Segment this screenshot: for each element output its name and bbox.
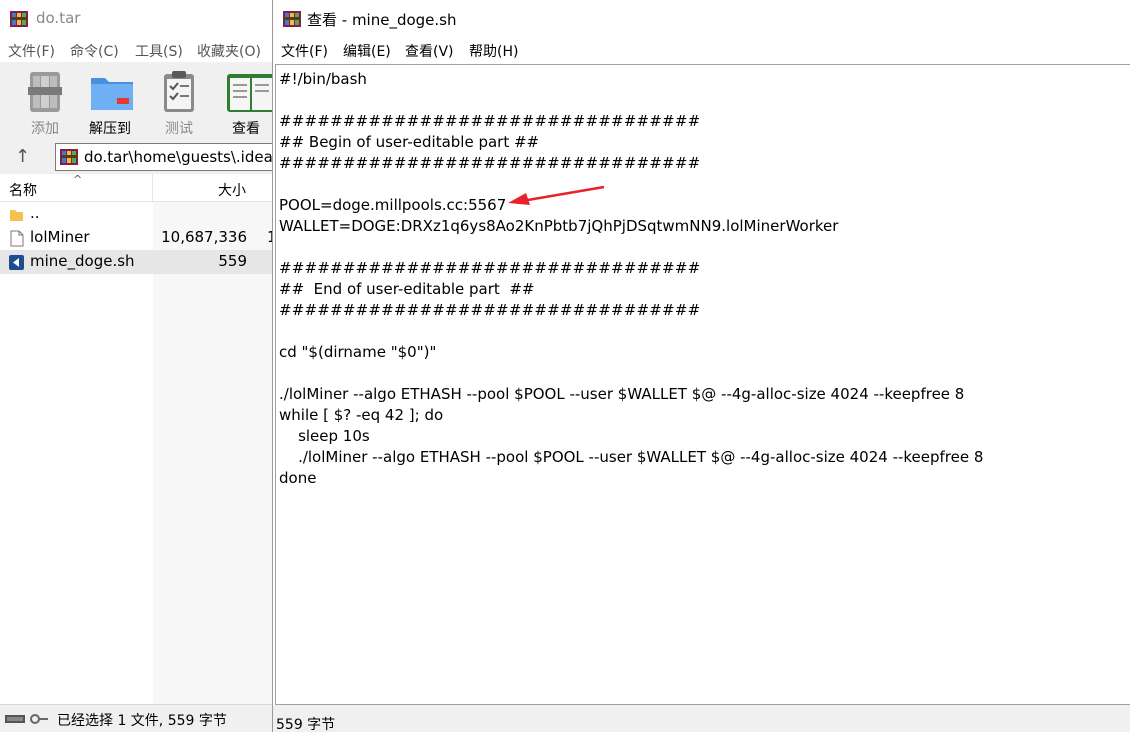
winrar-menu-favorites[interactable]: 收藏夹(O) <box>197 41 261 61</box>
viewer-menu-file[interactable]: 文件(F) <box>281 41 328 61</box>
viewer-menu-help[interactable]: 帮助(H) <box>469 41 518 61</box>
code-line: ./lolMiner --algo ETHASH --pool $POOL --… <box>279 448 984 466</box>
view-book-icon <box>225 70 275 114</box>
add-button[interactable]: 添加 <box>15 66 75 137</box>
code-line: ################################# <box>279 112 701 130</box>
address-path: do.tar\home\guests\.idea <box>84 148 273 166</box>
winrar-app-icon <box>283 11 301 27</box>
add-archive-icon <box>24 70 66 114</box>
winrar-titlebar: do.tar <box>0 0 272 38</box>
file-name: .. <box>30 204 40 222</box>
winrar-app-icon <box>10 11 28 27</box>
add-label: 添加 <box>31 121 59 137</box>
view-button[interactable]: 查看 <box>216 66 276 137</box>
file-list: 名称 ^ 大小 .. lolMiner 10,687,336 1 <box>0 173 277 704</box>
winrar-menu-file[interactable]: 文件(F) <box>8 41 55 61</box>
winrar-title: do.tar <box>36 9 81 27</box>
list-item[interactable]: lolMiner 10,687,336 1 <box>0 226 277 250</box>
viewer-title: 查看 - mine_doge.sh <box>307 11 457 29</box>
file-name: mine_doge.sh <box>30 252 135 270</box>
code-line: while [ $? -eq 42 ]; do <box>279 406 444 424</box>
column-divider[interactable] <box>152 174 153 202</box>
address-field[interactable]: do.tar\home\guests\.idea <box>55 143 285 171</box>
column-name-header[interactable]: 名称 <box>9 180 37 200</box>
winrar-toolbar: 添加 解压到 测试 查看 <box>0 62 275 140</box>
column-size-header[interactable]: 大小 <box>218 180 246 200</box>
viewer-titlebar: 查看 - mine_doge.sh <box>273 0 1130 38</box>
code-line: cd "$(dirname "$0")" <box>279 343 437 361</box>
viewer-menu-view[interactable]: 查看(V) <box>405 41 454 61</box>
winrar-menubar: 文件(F) 命令(C) 工具(S) 收藏夹(O) <box>0 38 272 62</box>
winrar-status-bar: 已经选择 1 文件, 559 字节 <box>0 704 272 732</box>
code-line: #!/bin/bash <box>279 70 367 88</box>
file-name: lolMiner <box>30 228 90 246</box>
code-line: ## End of user-editable part ## <box>279 280 535 298</box>
wallet-line: WALLET=DOGE:DRXz1q6ys8Ao2KnPbtb7jQhPjDSq… <box>279 217 839 235</box>
winrar-address-bar: ↑ do.tar\home\guests\.idea <box>0 140 285 174</box>
viewer-size-status: 559 字节 <box>276 717 336 733</box>
script-icon <box>9 255 24 270</box>
pool-line: POOL=doge.millpools.cc:5567 <box>279 196 507 214</box>
file-size: 559 <box>218 252 247 270</box>
extract-to-label: 解压到 <box>89 121 131 137</box>
folder-icon <box>10 210 23 221</box>
test-clipboard-icon <box>158 70 200 114</box>
sort-ascending-icon: ^ <box>73 173 83 186</box>
up-arrow-icon[interactable]: ↑ <box>15 146 30 167</box>
viewer-menubar: 文件(F) 编辑(E) 查看(V) 帮助(H) <box>273 38 1130 62</box>
file-list-header: 名称 ^ 大小 <box>0 173 272 202</box>
winrar-menu-tools[interactable]: 工具(S) <box>135 41 183 61</box>
code-line: ################################# <box>279 301 701 319</box>
red-arrow-annotation <box>508 185 605 205</box>
file-content-view[interactable]: #!/bin/bash ############################… <box>275 64 1130 705</box>
selection-status: 已经选择 1 文件, 559 字节 <box>57 713 227 729</box>
view-label: 查看 <box>232 121 260 137</box>
file-icon <box>10 230 24 247</box>
list-item-selected[interactable]: mine_doge.sh 559 <box>0 250 272 274</box>
file-size: 10,687,336 <box>161 228 247 246</box>
archive-icon <box>60 149 78 165</box>
extract-folder-icon <box>89 70 133 114</box>
viewer-window: 查看 - mine_doge.sh 文件(F) 编辑(E) 查看(V) 帮助(H… <box>272 0 1130 733</box>
viewer-status-bar: 559 字节 <box>273 705 1130 733</box>
code-line: ## Begin of user-editable part ## <box>279 133 540 151</box>
test-button[interactable]: 测试 <box>149 66 209 137</box>
code-line: sleep 10s <box>279 427 370 445</box>
code-line: ################################# <box>279 154 701 172</box>
winrar-window: do.tar 文件(F) 命令(C) 工具(S) 收藏夹(O) 添加 解压到 测… <box>0 0 285 732</box>
drive-key-icon <box>5 714 48 724</box>
extract-to-button[interactable]: 解压到 <box>80 66 140 137</box>
size-column-shade <box>153 202 272 704</box>
code-line: done <box>279 469 317 487</box>
test-label: 测试 <box>165 121 193 137</box>
viewer-menu-edit[interactable]: 编辑(E) <box>343 41 391 61</box>
code-line: ################################# <box>279 259 701 277</box>
winrar-menu-command[interactable]: 命令(C) <box>70 41 119 61</box>
code-line: ./lolMiner --algo ETHASH --pool $POOL --… <box>279 385 965 403</box>
list-item[interactable]: .. <box>0 202 272 226</box>
